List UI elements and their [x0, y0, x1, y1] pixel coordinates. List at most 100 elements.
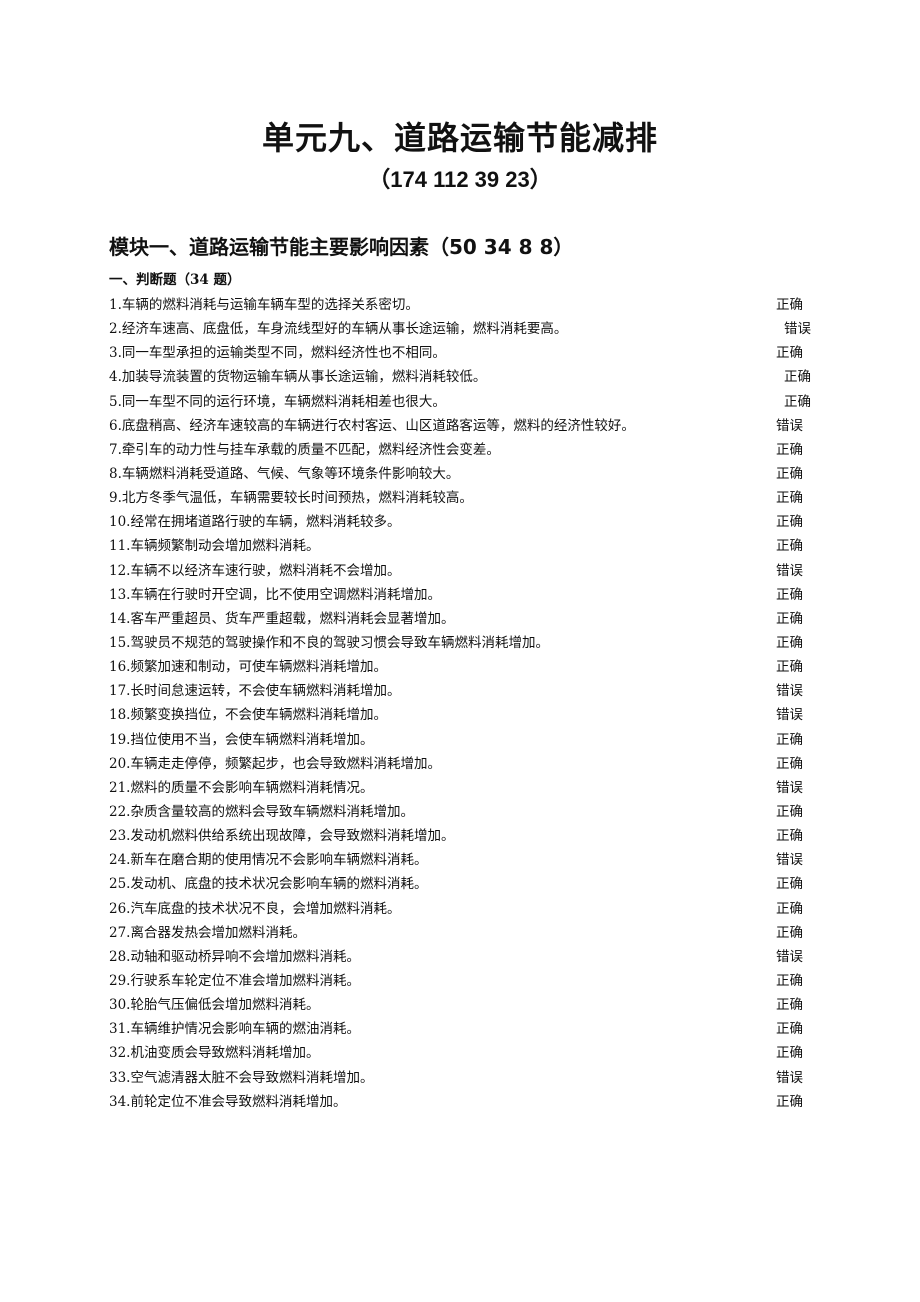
- question-row: 18.频繁变换挡位，不会使车辆燃料消耗增加。 错误: [109, 703, 829, 727]
- question-row: 8.车辆燃料消耗受道路、气候、气象等环境条件影响较大。 正确: [109, 462, 829, 486]
- module-title: 模块一、道路运输节能主要影响因素（50 34 8 8）: [109, 235, 574, 259]
- question-text: 13.车辆在行驶时开空调，比不使用空调燃料消耗增加。: [109, 586, 441, 603]
- question-text: 12.车辆不以经济车速行驶，燃料消耗不会增加。: [109, 562, 401, 579]
- question-row: 23.发动机燃料供给系统出现故障，会导致燃料消耗增加。 正确: [109, 824, 829, 848]
- section-title: 一、判断题（34 题）: [109, 272, 241, 288]
- question-answer: 正确: [776, 538, 803, 555]
- question-list: 1.车辆的燃料消耗与运输车辆车型的选择关系密切。 正确 2.经济车速高、底盘低，车身…: [109, 293, 829, 1114]
- question-row: 2.经济车速高、底盘低，车身流线型好的车辆从事长途运输，燃料消耗要高。 错误: [109, 317, 829, 341]
- question-row: 16.频繁加速和制动，可使车辆燃料消耗增加。 正确: [109, 655, 829, 679]
- question-answer: 错误: [776, 1069, 803, 1086]
- question-row: 25.发动机、底盘的技术状况会影响车辆的燃料消耗。 正确: [109, 872, 829, 896]
- question-row: 28.动轴和驱动桥异响不会增加燃料消耗。 错误: [109, 945, 829, 969]
- question-answer: 错误: [776, 948, 803, 965]
- question-answer: 正确: [776, 997, 803, 1014]
- document-subtitle: （174 112 39 23）: [368, 167, 552, 192]
- question-answer: 正确: [784, 393, 811, 410]
- question-row: 6.底盘稍高、经济车速较高的车辆进行农村客运、山区道路客运等，燃料的经济性较好。…: [109, 414, 829, 438]
- question-text: 15.驾驶员不规范的驾驶操作和不良的驾驶习惯会导致车辆燃料消耗增加。: [109, 634, 549, 651]
- question-answer: 正确: [776, 1093, 803, 1110]
- question-text: 10.经常在拥堵道路行驶的车辆，燃料消耗较多。: [109, 514, 401, 531]
- question-row: 24.新车在磨合期的使用情况不会影响车辆燃料消耗。 错误: [109, 848, 829, 872]
- question-row: 30.轮胎气压偏低会增加燃料消耗。 正确: [109, 993, 829, 1017]
- question-text: 9.北方冬季气温低，车辆需要较长时间预热，燃料消耗较高。: [109, 490, 473, 507]
- question-answer: 错误: [776, 417, 803, 434]
- question-row: 21.燃料的质量不会影响车辆燃料消耗情况。 错误: [109, 776, 829, 800]
- question-row: 14.客车严重超员、货车严重超载，燃料消耗会显著增加。 正确: [109, 607, 829, 631]
- question-row: 13.车辆在行驶时开空调，比不使用空调燃料消耗增加。 正确: [109, 583, 829, 607]
- question-answer: 错误: [784, 321, 811, 338]
- question-answer: 正确: [776, 972, 803, 989]
- question-text: 22.杂质含量较高的燃料会导致车辆燃料消耗增加。: [109, 803, 414, 820]
- question-row: 32.机油变质会导致燃料消耗增加。 正确: [109, 1041, 829, 1065]
- question-answer: 正确: [776, 490, 803, 507]
- question-answer: 错误: [776, 562, 803, 579]
- question-answer: 正确: [776, 828, 803, 845]
- question-answer: 正确: [784, 369, 811, 386]
- question-row: 9.北方冬季气温低，车辆需要较长时间预热，燃料消耗较高。 正确: [109, 486, 829, 510]
- question-text: 2.经济车速高、底盘低，车身流线型好的车辆从事长途运输，燃料消耗要高。: [109, 321, 568, 338]
- question-row: 17.长时间怠速运转，不会使车辆燃料消耗增加。 错误: [109, 679, 829, 703]
- question-text: 1.车辆的燃料消耗与运输车辆车型的选择关系密切。: [109, 297, 419, 313]
- question-text: 14.客车严重超员、货车严重超载，燃料消耗会显著增加。: [109, 610, 455, 627]
- question-text: 30.轮胎气压偏低会增加燃料消耗。: [109, 997, 320, 1014]
- question-answer: 正确: [776, 803, 803, 820]
- question-row: 10.经常在拥堵道路行驶的车辆，燃料消耗较多。 正确: [109, 510, 829, 534]
- question-answer: 正确: [776, 297, 803, 313]
- question-text: 21.燃料的质量不会影响车辆燃料消耗情况。: [109, 779, 374, 796]
- question-row: 5.同一车型不同的运行环境，车辆燃料消耗相差也很大。 正确: [109, 390, 829, 414]
- question-answer: 正确: [776, 465, 803, 482]
- question-text: 8.车辆燃料消耗受道路、气候、气象等环境条件影响较大。: [109, 465, 460, 482]
- question-text: 32.机油变质会导致燃料消耗增加。: [109, 1045, 320, 1062]
- question-text: 23.发动机燃料供给系统出现故障，会导致燃料消耗增加。: [109, 828, 455, 845]
- question-answer: 正确: [776, 731, 803, 748]
- question-text: 27.离合器发热会增加燃料消耗。: [109, 924, 306, 941]
- question-answer: 正确: [776, 1045, 803, 1062]
- question-row: 26.汽车底盘的技术状况不良，会增加燃料消耗。 正确: [109, 897, 829, 921]
- question-answer: 正确: [776, 924, 803, 941]
- question-answer: 正确: [776, 610, 803, 627]
- question-text: 33.空气滤清器太脏不会导致燃料消耗增加。: [109, 1069, 374, 1086]
- question-text: 4.加装导流装置的货物运输车辆从事长途运输，燃料消耗较低。: [109, 369, 487, 386]
- question-text: 28.动轴和驱动桥异响不会增加燃料消耗。: [109, 948, 360, 965]
- question-text: 24.新车在磨合期的使用情况不会影响车辆燃料消耗。: [109, 852, 428, 869]
- question-text: 26.汽车底盘的技术状况不良，会增加燃料消耗。: [109, 900, 401, 917]
- question-answer: 错误: [776, 852, 803, 869]
- question-text: 17.长时间怠速运转，不会使车辆燃料消耗增加。: [109, 683, 401, 700]
- question-answer: 正确: [776, 514, 803, 531]
- question-text: 29.行驶系车轮定位不准会增加燃料消耗。: [109, 972, 360, 989]
- question-answer: 正确: [776, 441, 803, 458]
- question-text: 6.底盘稍高、经济车速较高的车辆进行农村客运、山区道路客运等，燃料的经济性较好。: [109, 417, 635, 434]
- question-answer: 正确: [776, 1021, 803, 1038]
- question-answer: 正确: [776, 634, 803, 651]
- question-answer: 正确: [776, 345, 803, 362]
- question-text: 5.同一车型不同的运行环境，车辆燃料消耗相差也很大。: [109, 393, 446, 410]
- question-row: 11.车辆频繁制动会增加燃料消耗。 正确: [109, 534, 829, 558]
- question-answer: 正确: [776, 659, 803, 676]
- question-text: 11.车辆频繁制动会增加燃料消耗。: [109, 538, 320, 555]
- question-row: 29.行驶系车轮定位不准会增加燃料消耗。 正确: [109, 969, 829, 993]
- question-text: 34.前轮定位不准会导致燃料消耗增加。: [109, 1093, 347, 1110]
- question-text: 7.牵引车的动力性与挂车承载的质量不匹配，燃料经济性会变差。: [109, 441, 500, 458]
- question-text: 3.同一车型承担的运输类型不同，燃料经济性也不相同。: [109, 345, 446, 362]
- question-text: 18.频繁变换挡位，不会使车辆燃料消耗增加。: [109, 707, 387, 724]
- question-text: 16.频繁加速和制动，可使车辆燃料消耗增加。: [109, 659, 387, 676]
- question-row: 15.驾驶员不规范的驾驶操作和不良的驾驶习惯会导致车辆燃料消耗增加。 正确: [109, 631, 829, 655]
- question-answer: 错误: [776, 779, 803, 796]
- question-row: 1.车辆的燃料消耗与运输车辆车型的选择关系密切。 正确: [109, 293, 829, 317]
- question-row: 7.牵引车的动力性与挂车承载的质量不匹配，燃料经济性会变差。 正确: [109, 438, 829, 462]
- question-row: 20.车辆走走停停，频繁起步，也会导致燃料消耗增加。 正确: [109, 752, 829, 776]
- question-answer: 正确: [776, 900, 803, 917]
- question-row: 22.杂质含量较高的燃料会导致车辆燃料消耗增加。 正确: [109, 800, 829, 824]
- question-row: 4.加装导流装置的货物运输车辆从事长途运输，燃料消耗较低。 正确: [109, 365, 829, 389]
- question-row: 27.离合器发热会增加燃料消耗。 正确: [109, 921, 829, 945]
- question-answer: 错误: [776, 683, 803, 700]
- document-title: 单元九、道路运输节能减排: [261, 119, 658, 157]
- question-answer: 正确: [776, 586, 803, 603]
- question-text: 31.车辆维护情况会影响车辆的燃油消耗。: [109, 1021, 360, 1038]
- question-answer: 错误: [776, 707, 803, 724]
- question-answer: 正确: [776, 755, 803, 772]
- question-text: 19.挡位使用不当，会使车辆燃料消耗增加。: [109, 731, 374, 748]
- question-row: 3.同一车型承担的运输类型不同，燃料经济性也不相同。 正确: [109, 341, 829, 365]
- question-text: 25.发动机、底盘的技术状况会影响车辆的燃料消耗。: [109, 876, 428, 893]
